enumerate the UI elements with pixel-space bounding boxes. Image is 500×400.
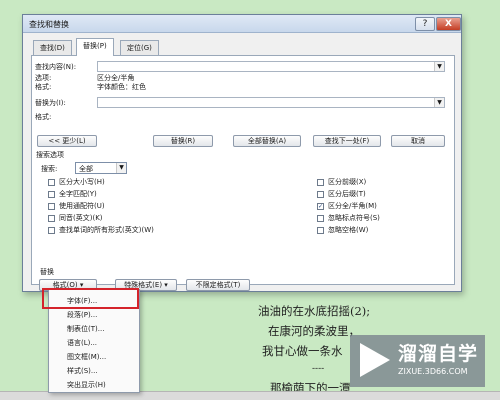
cancel-button[interactable]: 取消 <box>391 135 445 147</box>
find-replace-dialog: 查找和替换 ? X 查找(D) 替换(P) 定位(G) 查找内容(N): ▼ 选… <box>22 14 462 292</box>
find-next-button[interactable]: 查找下一处(F) <box>313 135 381 147</box>
whole-word-checkbox[interactable]: 全字匹配(Y) <box>48 190 97 199</box>
checkbox-box[interactable] <box>317 227 324 234</box>
find-label: 查找内容(N): <box>35 63 77 71</box>
replace-label: 替换为(I): <box>35 99 66 107</box>
checkbox-box[interactable] <box>317 215 324 222</box>
tab-goto[interactable]: 定位(G) <box>120 40 159 55</box>
checkbox-label: 全字匹配(Y) <box>59 190 97 198</box>
menu-item-paragraph[interactable]: 段落(P)... <box>67 310 97 320</box>
format-value: 字体颜色：红色 <box>97 83 146 91</box>
checkbox-box[interactable] <box>48 227 55 234</box>
tab-find[interactable]: 查找(D) <box>33 40 72 55</box>
watermark-url: ZIXUE.3D66.COM <box>398 367 468 376</box>
play-icon <box>360 343 390 377</box>
ignore-spaces-checkbox[interactable]: 忽略空格(W) <box>317 226 368 235</box>
replace-section-title: 替换 <box>40 268 54 276</box>
checkbox-label: 忽略标点符号(S) <box>328 214 380 222</box>
search-direction-select[interactable]: 全部 ▼ <box>75 162 127 174</box>
document-line: 油油的在水底招摇(2); <box>258 304 371 318</box>
checkbox-label: 同音(英文)(K) <box>59 214 103 222</box>
tab-replace[interactable]: 替换(P) <box>76 38 114 56</box>
all-word-forms-checkbox[interactable]: 查找单词的所有形式(英文)(W) <box>48 226 154 235</box>
close-button[interactable]: X <box>436 17 461 31</box>
checkbox-box[interactable] <box>48 203 55 210</box>
less-button[interactable]: << 更少(L) <box>37 135 97 147</box>
no-formatting-button[interactable]: 不限定格式(T) <box>186 279 250 291</box>
checkbox-box[interactable] <box>48 191 55 198</box>
checkbox-label: 区分大小写(H) <box>59 178 105 186</box>
watermark-brand: 溜溜自学 <box>398 343 479 365</box>
checkbox-label: 忽略空格(W) <box>328 226 369 234</box>
checkmark-icon[interactable]: ✓ <box>317 203 324 210</box>
format-label: 格式: <box>35 83 52 91</box>
checkbox-label: 区分全/半角(M) <box>328 202 377 210</box>
checkbox-box[interactable] <box>48 215 55 222</box>
search-direction-value: 全部 <box>79 165 93 173</box>
checkbox-label: 使用通配符(U) <box>59 202 105 210</box>
replace-format-label: 格式: <box>35 113 52 121</box>
dialog-title: 查找和替换 <box>29 20 69 29</box>
checkbox-label: 区分后缀(T) <box>328 190 366 198</box>
match-case-checkbox[interactable]: 区分大小写(H) <box>48 178 105 187</box>
watermark-logo: 溜溜自学 ZIXUE.3D66.COM <box>350 335 485 387</box>
ignore-punctuation-checkbox[interactable]: 忽略标点符号(S) <box>317 214 380 223</box>
highlight-box <box>42 288 139 309</box>
search-options-title: 搜索选项 <box>36 151 64 159</box>
document-line: 我甘心做一条水 <box>262 344 343 358</box>
document-line: ---- <box>312 364 325 374</box>
search-label: 搜索: <box>41 165 58 173</box>
chevron-down-icon[interactable]: ▼ <box>434 62 444 71</box>
find-input[interactable]: ▼ <box>97 61 445 72</box>
checkbox-box[interactable] <box>48 179 55 186</box>
menu-item-language[interactable]: 语言(L)... <box>67 338 97 348</box>
menu-item-style[interactable]: 样式(S)... <box>67 366 98 376</box>
menu-item-frame[interactable]: 图文框(M)... <box>67 352 106 362</box>
replace-button[interactable]: 替换(R) <box>153 135 213 147</box>
menu-item-tabs[interactable]: 制表位(T)... <box>67 324 104 334</box>
replace-all-button[interactable]: 全部替换(A) <box>233 135 301 147</box>
checkbox-box[interactable] <box>317 191 324 198</box>
checkbox-box[interactable] <box>317 179 324 186</box>
match-prefix-checkbox[interactable]: 区分前缀(X) <box>317 178 366 187</box>
checkbox-label: 区分前缀(X) <box>328 178 367 186</box>
match-width-checkbox[interactable]: ✓ 区分全/半角(M) <box>317 202 377 211</box>
dialog-titlebar[interactable]: 查找和替换 ? X <box>23 15 461 33</box>
chevron-down-icon[interactable]: ▼ <box>434 98 444 107</box>
checkbox-label: 查找单词的所有形式(英文)(W) <box>59 226 154 234</box>
menu-item-highlight[interactable]: 突出显示(H) <box>67 380 106 390</box>
chevron-down-icon[interactable]: ▼ <box>116 163 126 173</box>
match-suffix-checkbox[interactable]: 区分后缀(T) <box>317 190 366 199</box>
wildcards-checkbox[interactable]: 使用通配符(U) <box>48 202 105 211</box>
document-line: 在康河的柔波里， <box>268 324 360 338</box>
help-button[interactable]: ? <box>415 17 435 31</box>
replace-input[interactable]: ▼ <box>97 97 445 108</box>
sounds-like-checkbox[interactable]: 同音(英文)(K) <box>48 214 103 223</box>
